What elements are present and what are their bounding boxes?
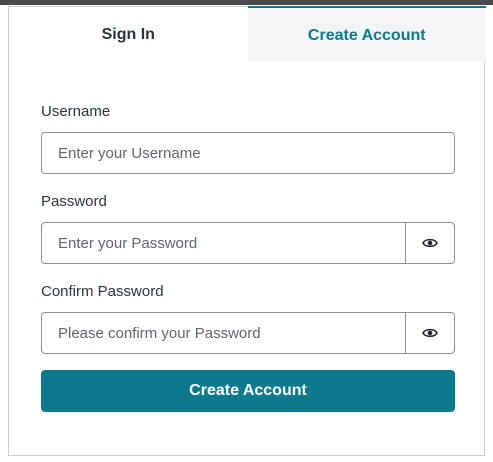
confirm-password-visibility-toggle[interactable] — [405, 312, 455, 354]
password-field-wrapper — [41, 222, 405, 264]
tab-create-account[interactable]: Create Account — [247, 6, 486, 62]
password-visibility-toggle[interactable] — [405, 222, 455, 264]
password-input[interactable] — [42, 223, 405, 263]
confirm-password-field-group — [41, 312, 455, 354]
username-label: Username — [41, 103, 111, 120]
tab-sign-in[interactable]: Sign In — [9, 6, 248, 62]
username-input[interactable] — [42, 133, 454, 173]
create-account-button[interactable]: Create Account — [41, 370, 455, 412]
auth-tabs: Sign In Create Account — [9, 6, 486, 62]
confirm-password-label: Confirm Password — [41, 283, 164, 300]
window-top-bar — [0, 0, 493, 5]
password-field-group — [41, 222, 455, 264]
eye-icon — [422, 238, 438, 248]
username-field-wrapper — [41, 132, 455, 174]
eye-icon — [422, 328, 438, 338]
auth-card: Sign In Create Account Username Password… — [8, 6, 486, 456]
confirm-password-input[interactable] — [42, 313, 405, 353]
password-label: Password — [41, 193, 107, 210]
confirm-password-field-wrapper — [41, 312, 405, 354]
